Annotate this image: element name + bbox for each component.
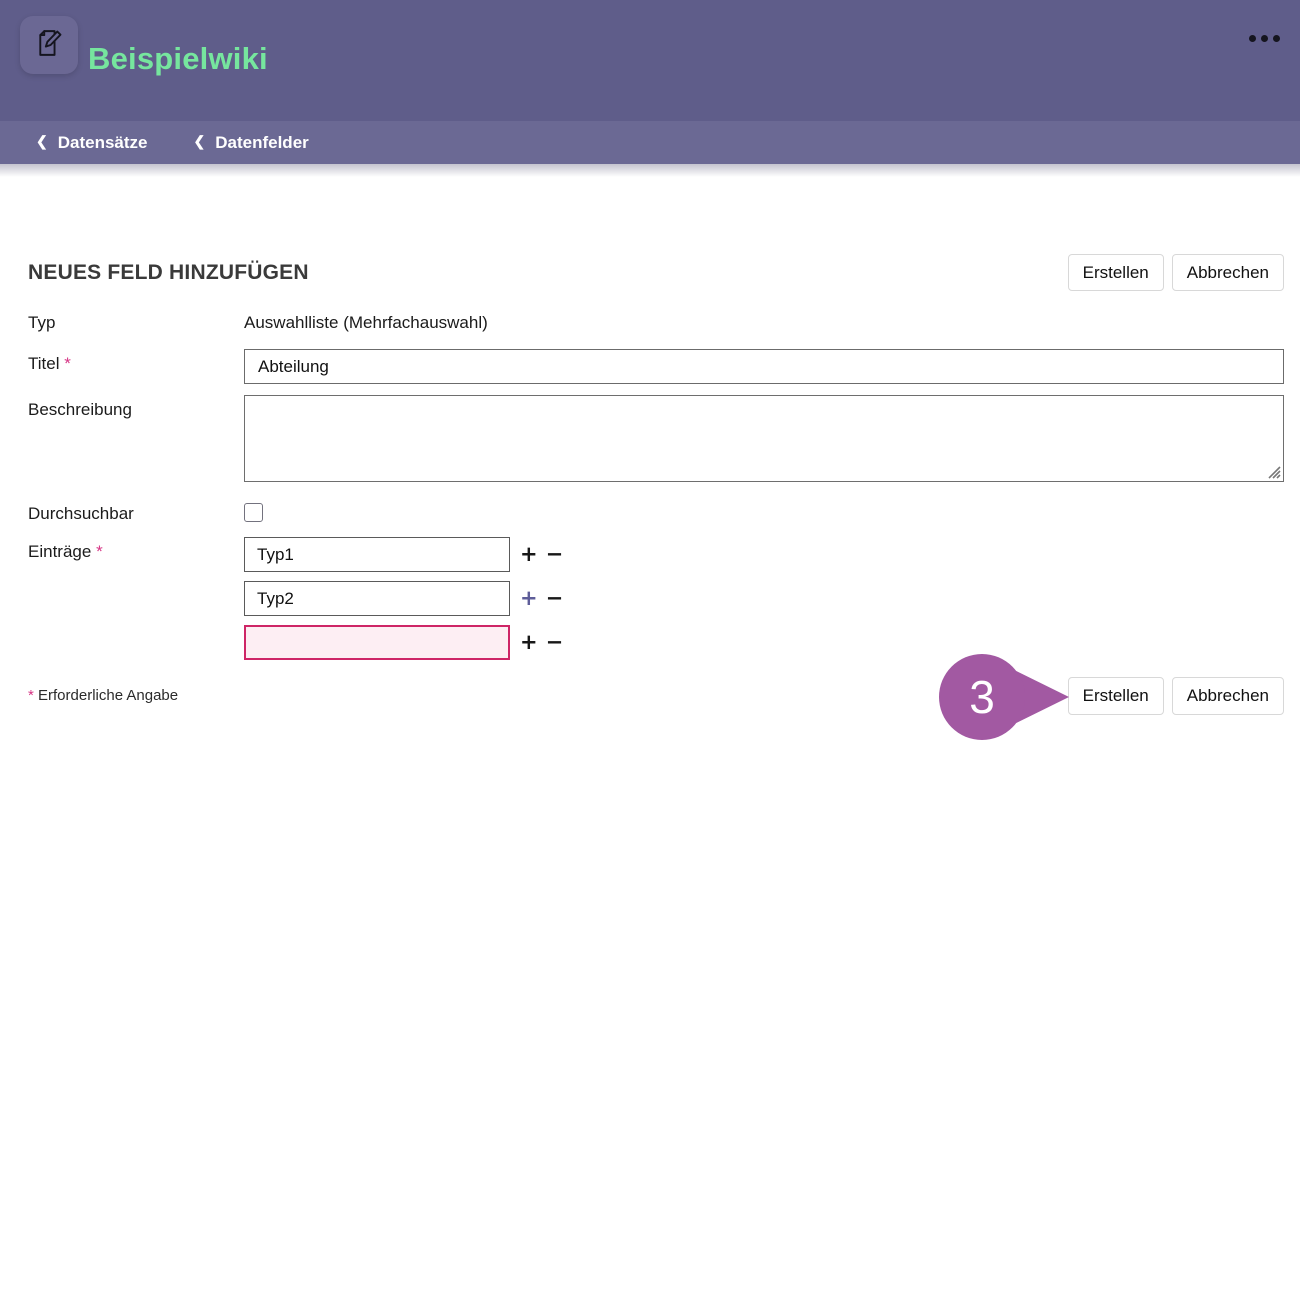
add-entry-button[interactable]: + bbox=[516, 542, 542, 567]
nav-item-datensaetze[interactable]: ❮ Datensätze bbox=[36, 133, 148, 153]
required-asterisk: * bbox=[28, 687, 34, 704]
form-body: Typ Auswahlliste (Mehrfachauswahl) Titel… bbox=[28, 313, 1284, 714]
field-label-durchsuchbar: Durchsuchbar bbox=[28, 499, 244, 524]
nav-item-datenfelder[interactable]: ❮ Datenfelder bbox=[194, 133, 309, 153]
entry-input-2[interactable] bbox=[244, 581, 510, 616]
field-row-eintraege: Einträge * + − + − bbox=[28, 537, 1284, 660]
label-text: Titel bbox=[28, 354, 60, 373]
page: Beispielwiki ❮ Datensätze ❮ Datenfelder … bbox=[0, 0, 1300, 1300]
field-row-beschreibung: Beschreibung bbox=[28, 395, 1284, 482]
dot-icon bbox=[1273, 35, 1280, 42]
form-footer: * Erforderliche Angabe Erstellen Abbrech… bbox=[28, 677, 1284, 714]
overflow-menu-button[interactable] bbox=[1245, 31, 1284, 46]
note-edit-icon bbox=[30, 24, 68, 67]
entry-row: + − bbox=[244, 537, 567, 572]
main-content: NEUES FELD HINZUFÜGEN Erstellen Abbreche… bbox=[0, 254, 1300, 715]
entry-input-1[interactable] bbox=[244, 537, 510, 572]
remove-entry-button[interactable]: − bbox=[542, 586, 568, 611]
app-logo-button[interactable] bbox=[20, 16, 78, 74]
entry-input-3[interactable] bbox=[244, 625, 510, 660]
dot-icon bbox=[1261, 35, 1268, 42]
field-label-eintraege: Einträge * bbox=[28, 537, 244, 562]
label-text: Beschreibung bbox=[28, 400, 132, 419]
field-label-beschreibung: Beschreibung bbox=[28, 395, 244, 420]
add-entry-button[interactable]: + bbox=[516, 586, 542, 611]
top-button-group: Erstellen Abbrechen bbox=[1068, 254, 1284, 291]
add-entry-button[interactable]: + bbox=[516, 630, 542, 655]
cancel-button-bottom[interactable]: Abbrechen bbox=[1172, 677, 1284, 714]
chevron-left-icon: ❮ bbox=[194, 133, 206, 150]
beschreibung-textarea-wrap bbox=[244, 395, 1284, 482]
app-title: Beispielwiki bbox=[88, 41, 268, 77]
bottom-button-group: Erstellen Abbrechen bbox=[1068, 677, 1284, 714]
required-asterisk: * bbox=[96, 542, 103, 561]
dot-icon bbox=[1249, 35, 1256, 42]
create-button-bottom[interactable]: Erstellen bbox=[1068, 677, 1164, 714]
required-asterisk: * bbox=[64, 354, 71, 373]
field-label-titel: Titel * bbox=[28, 349, 244, 374]
chevron-left-icon: ❮ bbox=[36, 133, 48, 150]
cancel-button-top[interactable]: Abbrechen bbox=[1172, 254, 1284, 291]
label-text: Durchsuchbar bbox=[28, 504, 134, 523]
app-header: Beispielwiki bbox=[0, 0, 1300, 121]
form-header: NEUES FELD HINZUFÜGEN Erstellen Abbreche… bbox=[28, 254, 1284, 291]
page-title: NEUES FELD HINZUFÜGEN bbox=[28, 261, 309, 285]
remove-entry-button[interactable]: − bbox=[542, 542, 568, 567]
field-label-typ: Typ bbox=[28, 313, 244, 333]
create-button-top[interactable]: Erstellen bbox=[1068, 254, 1164, 291]
required-note: * Erforderliche Angabe bbox=[28, 687, 178, 704]
entry-row: + − bbox=[244, 625, 567, 660]
label-text: Einträge bbox=[28, 542, 91, 561]
field-row-titel: Titel * bbox=[28, 349, 1284, 384]
entries-list: + − + − + − bbox=[244, 537, 567, 660]
nav-item-label: Datenfelder bbox=[215, 133, 309, 153]
entry-row: + − bbox=[244, 581, 567, 616]
titel-input[interactable] bbox=[244, 349, 1284, 384]
field-value-typ: Auswahlliste (Mehrfachauswahl) bbox=[244, 313, 488, 333]
beschreibung-textarea[interactable] bbox=[244, 395, 1284, 482]
label-text: Typ bbox=[28, 313, 55, 332]
remove-entry-button[interactable]: − bbox=[542, 630, 568, 655]
field-row-typ: Typ Auswahlliste (Mehrfachauswahl) bbox=[28, 313, 1284, 333]
breadcrumb-nav: ❮ Datensätze ❮ Datenfelder bbox=[0, 121, 1300, 164]
nav-item-label: Datensätze bbox=[58, 133, 148, 153]
field-row-durchsuchbar: Durchsuchbar bbox=[28, 499, 1284, 524]
durchsuchbar-checkbox[interactable] bbox=[244, 503, 263, 522]
required-note-text: Erforderliche Angabe bbox=[38, 687, 178, 704]
